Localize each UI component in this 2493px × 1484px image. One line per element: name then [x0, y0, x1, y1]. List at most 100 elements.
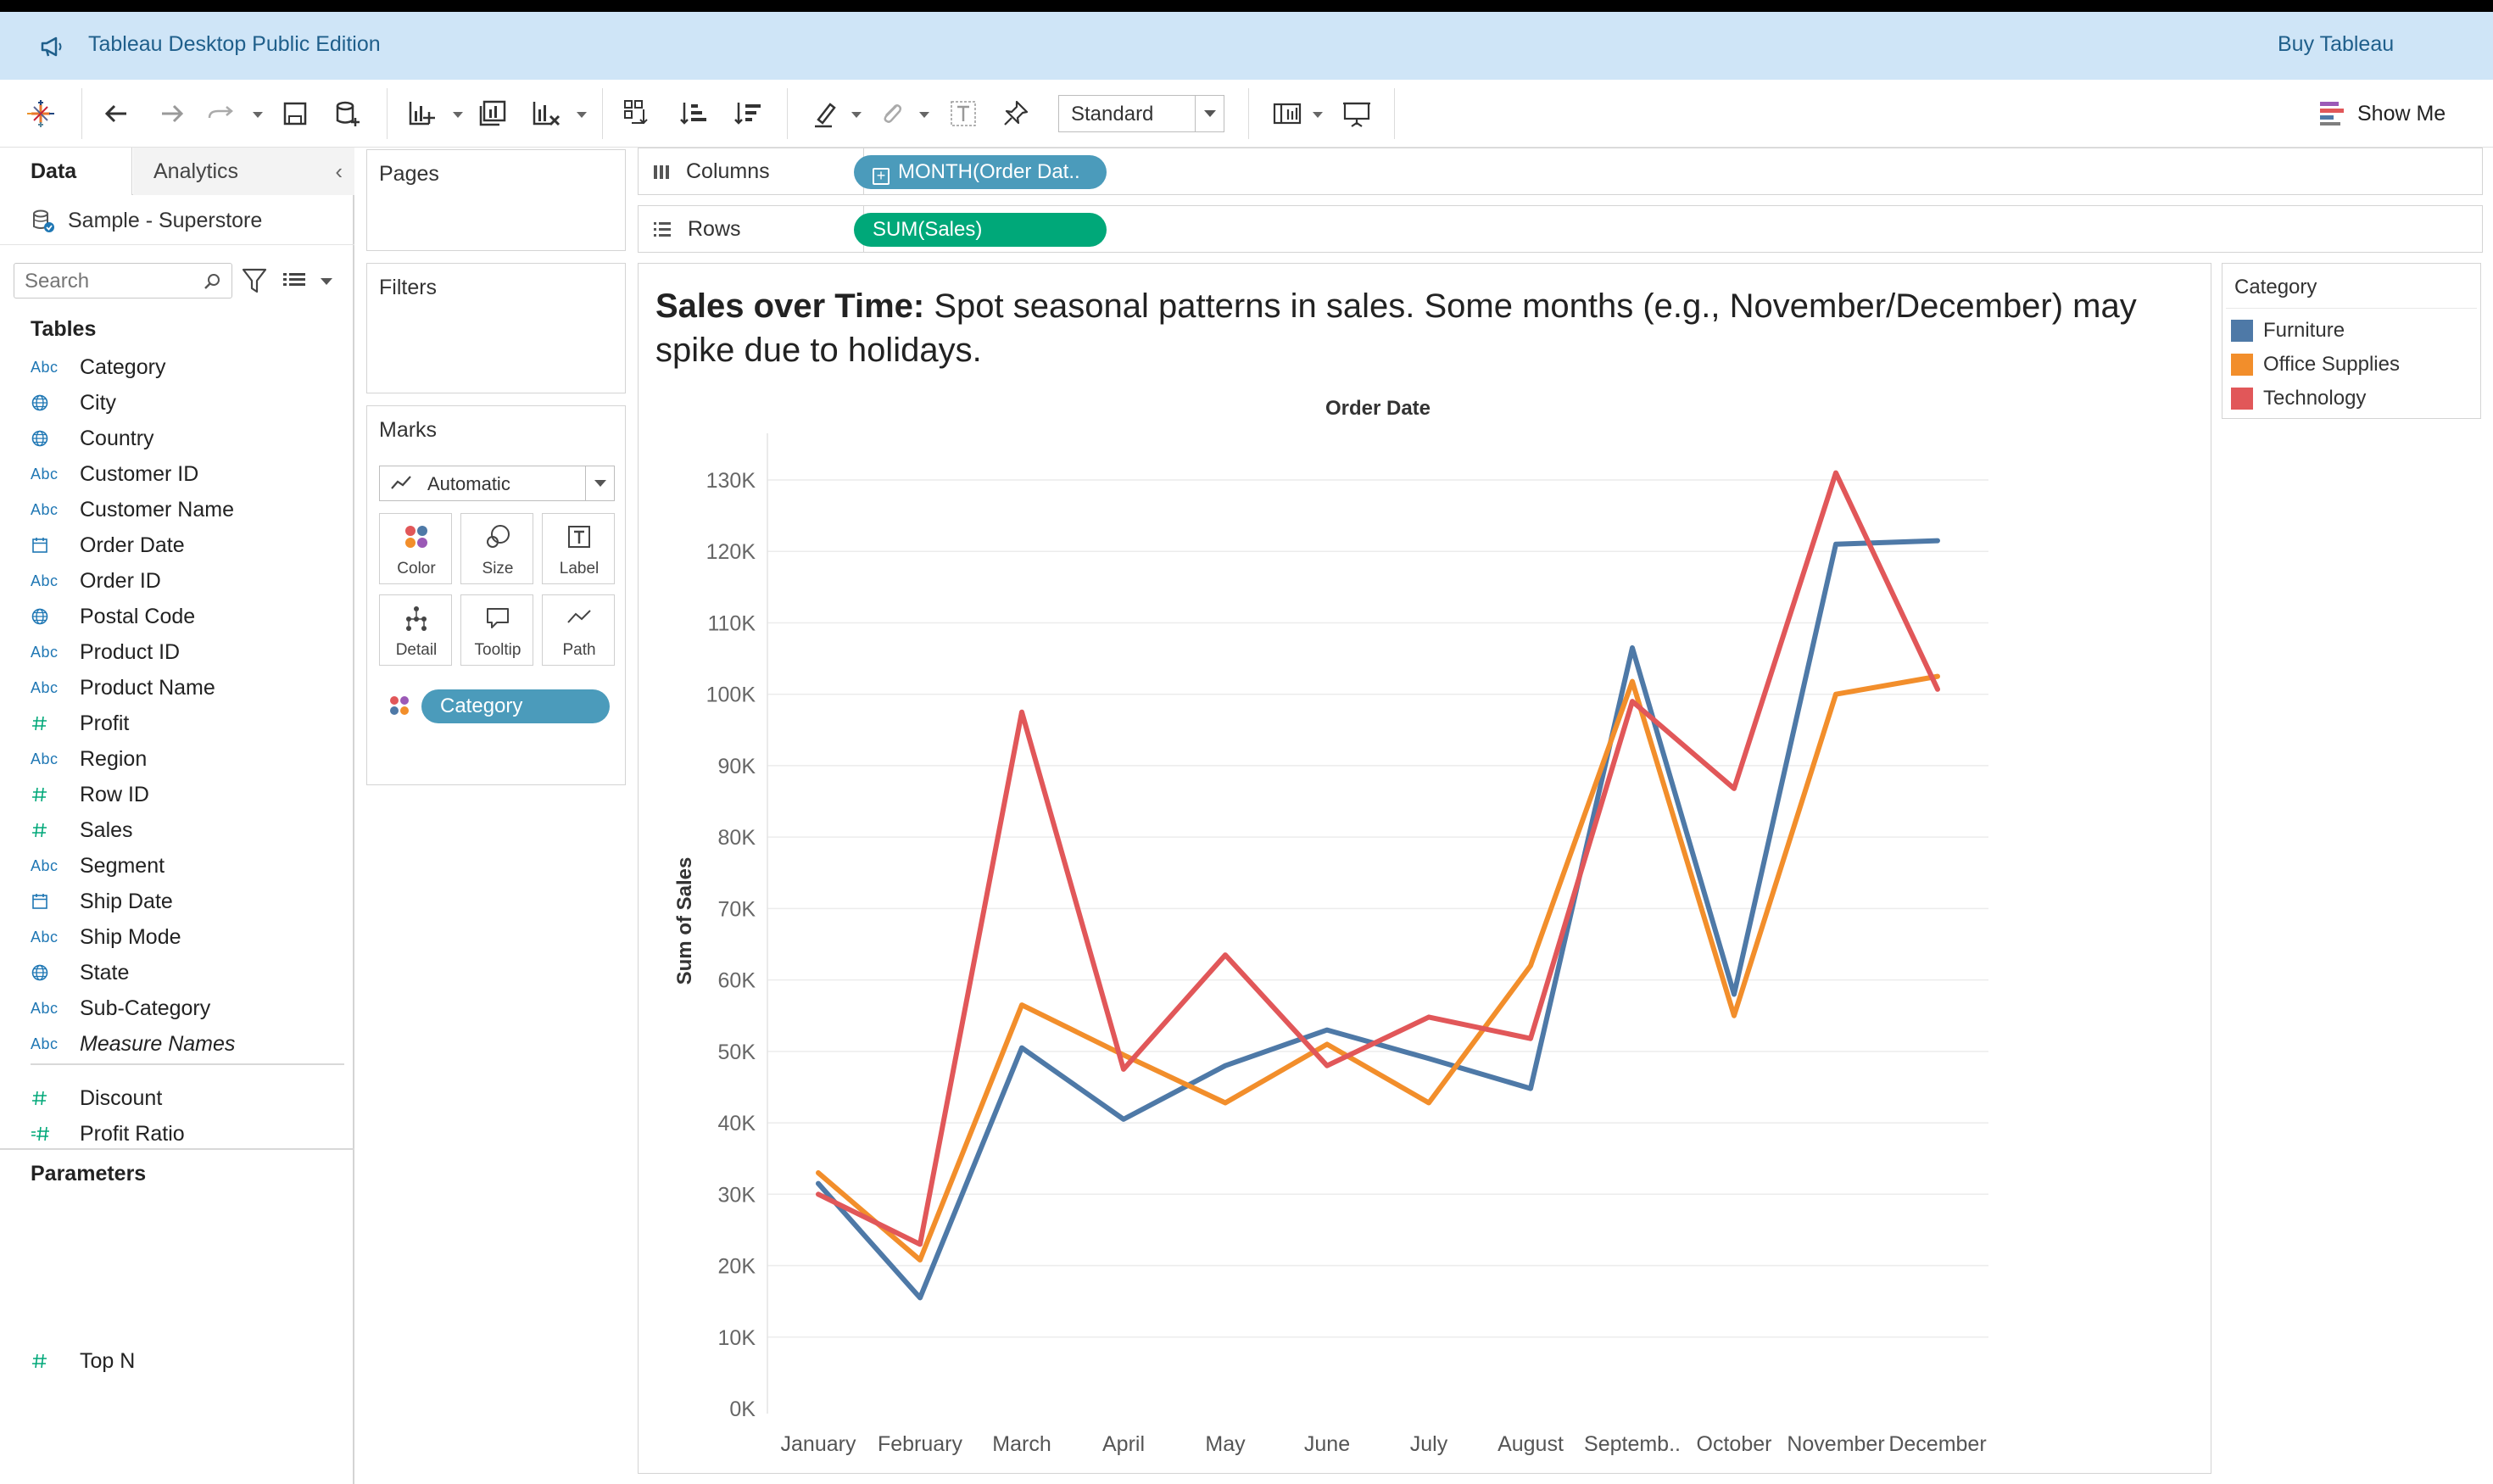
- show-mark-labels-icon[interactable]: [945, 95, 982, 132]
- data-source-name: Sample - Superstore: [68, 208, 263, 232]
- clear-sheet-dropdown-icon[interactable]: [577, 112, 587, 118]
- group-dropdown-icon[interactable]: [919, 112, 929, 118]
- field-category[interactable]: Abc Category: [31, 349, 344, 385]
- field-profit-ratio[interactable]: Profit Ratio: [31, 1116, 344, 1152]
- detail-button[interactable]: Detail: [379, 594, 452, 666]
- legend-item-technology[interactable]: Technology: [2231, 382, 2366, 415]
- path-button[interactable]: Path: [542, 594, 615, 666]
- field-region[interactable]: Abc Region: [31, 741, 344, 777]
- field-ship-date[interactable]: Ship Date: [31, 884, 344, 919]
- field-ship-mode[interactable]: Abc Ship Mode: [31, 919, 344, 955]
- rows-pill[interactable]: SUM(Sales): [854, 213, 1107, 247]
- tab-data[interactable]: Data: [0, 148, 132, 195]
- rows-shelf[interactable]: Rows SUM(Sales): [638, 205, 2483, 253]
- x-tick-label: August: [1497, 1432, 1564, 1456]
- swap-rows-columns-icon[interactable]: [619, 95, 656, 132]
- clear-sheet-icon[interactable]: [527, 95, 565, 132]
- replay-dropdown-icon[interactable]: [253, 112, 263, 118]
- filter-icon[interactable]: [241, 266, 268, 295]
- show-me-button[interactable]: Show Me: [2320, 97, 2446, 131]
- fit-select[interactable]: Standard: [1058, 95, 1224, 132]
- columns-pill[interactable]: + MONTH(Order Dat..: [854, 155, 1107, 189]
- y-tick-label: 20K: [718, 1255, 756, 1279]
- field-sub-category[interactable]: Abc Sub-Category: [31, 990, 344, 1026]
- field-sales[interactable]: Sales: [31, 812, 344, 848]
- field-segment[interactable]: Abc Segment: [31, 848, 344, 884]
- show-cards-dropdown-icon[interactable]: [1313, 112, 1323, 118]
- field-postal-code[interactable]: Postal Code: [31, 599, 344, 634]
- size-button[interactable]: Size: [460, 513, 533, 584]
- label-button[interactable]: Label: [542, 513, 615, 584]
- color-button[interactable]: Color: [379, 513, 452, 584]
- field-country[interactable]: Country: [31, 421, 344, 456]
- field-label: Customer ID: [80, 461, 199, 486]
- new-worksheet-dropdown-icon[interactable]: [453, 112, 463, 118]
- tab-analytics[interactable]: Analytics ‹: [133, 148, 354, 195]
- field-product-name[interactable]: Abc Product Name: [31, 670, 344, 706]
- field-top-n[interactable]: Top N: [31, 1343, 344, 1379]
- field-profit[interactable]: Profit: [31, 706, 344, 741]
- expand-plus-icon[interactable]: +: [873, 168, 890, 185]
- string-type-icon: Abc: [31, 500, 59, 518]
- filters-shelf[interactable]: Filters: [366, 263, 626, 393]
- sort-ascending-icon[interactable]: [675, 95, 712, 132]
- view-data-icon[interactable]: [282, 268, 307, 293]
- view-dropdown-icon[interactable]: [321, 278, 332, 285]
- field-search[interactable]: [14, 263, 232, 298]
- highlight-icon[interactable]: [807, 95, 845, 132]
- new-data-source-icon[interactable]: [329, 95, 366, 132]
- field-state[interactable]: State: [31, 955, 344, 990]
- field-label: City: [80, 390, 117, 415]
- duplicate-sheet-icon[interactable]: [475, 95, 512, 132]
- columns-shelf[interactable]: Columns + MONTH(Order Dat..: [638, 148, 2483, 195]
- undo-icon[interactable]: [98, 95, 136, 132]
- field-order-date[interactable]: Order Date: [31, 527, 344, 563]
- field-discount[interactable]: Discount: [31, 1080, 344, 1116]
- measure-hash-icon: [32, 716, 47, 731]
- presentation-mode-icon[interactable]: [1338, 95, 1375, 132]
- field-measure-names[interactable]: Abc Measure Names: [31, 1026, 344, 1062]
- group-members-icon[interactable]: [873, 95, 911, 132]
- fix-axes-pin-icon[interactable]: [997, 95, 1035, 132]
- legend-item-office-supplies[interactable]: Office Supplies: [2231, 349, 2400, 381]
- series-line-furniture: [816, 538, 1940, 1301]
- data-source-item[interactable]: Sample - Superstore: [31, 204, 262, 237]
- fit-select-dropdown-icon[interactable]: [1195, 96, 1224, 131]
- field-city[interactable]: City: [31, 385, 344, 421]
- save-icon[interactable]: [276, 95, 314, 132]
- columns-icon: [654, 165, 669, 179]
- tooltip-button[interactable]: Tooltip: [460, 594, 533, 666]
- legend-item-furniture[interactable]: Furniture: [2231, 315, 2345, 347]
- redo-icon[interactable]: [153, 95, 190, 132]
- category-color-pill[interactable]: Category: [421, 689, 610, 723]
- show-cards-icon[interactable]: [1269, 95, 1306, 132]
- x-tick-label: May: [1205, 1432, 1246, 1456]
- filters-label: Filters: [379, 276, 438, 299]
- x-tick-label: June: [1304, 1432, 1350, 1456]
- collapse-pane-icon[interactable]: ‹: [335, 148, 343, 195]
- pages-shelf[interactable]: Pages: [366, 149, 626, 251]
- buy-tableau-link[interactable]: Buy Tableau: [2278, 32, 2394, 57]
- path-button-label: Path: [562, 641, 596, 659]
- field-product-id[interactable]: Abc Product ID: [31, 634, 344, 670]
- legend-item-label: Furniture: [2263, 319, 2345, 342]
- sort-descending-icon[interactable]: [729, 95, 767, 132]
- rows-label-text: Rows: [688, 216, 741, 241]
- field-customer-id[interactable]: Abc Customer ID: [31, 456, 344, 492]
- new-worksheet-icon[interactable]: [404, 95, 441, 132]
- field-order-id[interactable]: Abc Order ID: [31, 563, 344, 599]
- measure-hash-icon: [32, 1091, 47, 1106]
- search-input[interactable]: [25, 270, 194, 293]
- string-type-icon: Abc: [31, 999, 59, 1017]
- replay-icon[interactable]: [204, 95, 241, 132]
- mark-type-select[interactable]: Automatic: [379, 466, 615, 501]
- globe-icon: [31, 430, 48, 447]
- mark-type-dropdown-icon[interactable]: [585, 466, 614, 500]
- field-type-icon: Abc: [31, 572, 80, 590]
- string-type-icon: Abc: [31, 678, 59, 696]
- field-customer-name[interactable]: Abc Customer Name: [31, 492, 344, 527]
- highlight-dropdown-icon[interactable]: [851, 112, 862, 118]
- y-tick-label: 100K: [706, 683, 756, 707]
- field-row-id[interactable]: Row ID: [31, 777, 344, 812]
- tableau-logo-icon[interactable]: [22, 95, 59, 132]
